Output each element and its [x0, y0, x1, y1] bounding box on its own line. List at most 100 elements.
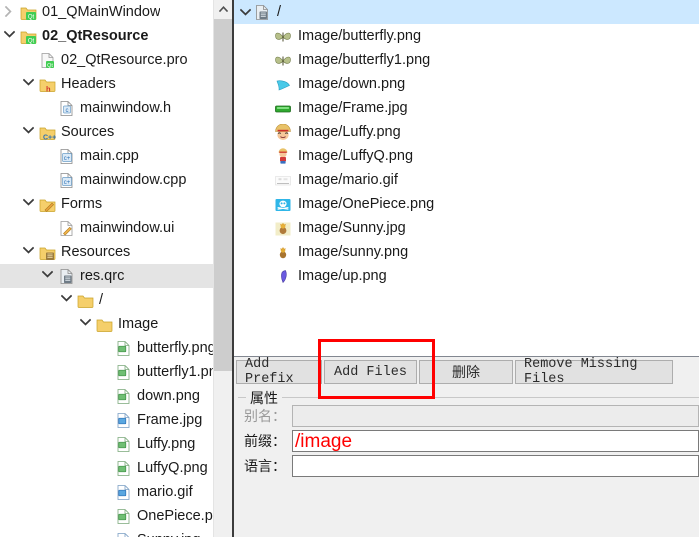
add-files-button[interactable]: Add Files: [324, 360, 417, 384]
tree-item-mainwindow-h[interactable]: c mainwindow.h: [0, 96, 213, 120]
qrc-file-row[interactable]: Image/butterfly1.png: [234, 48, 699, 72]
chevron-down-icon[interactable]: [4, 30, 17, 43]
prefix-row: 前缀： /image: [238, 429, 699, 453]
tree-item-mario-gif[interactable]: mario.gif: [0, 480, 213, 504]
qrc-file-row[interactable]: Image/OnePiece.png: [234, 192, 699, 216]
tree-item-down-png[interactable]: down.png: [0, 384, 213, 408]
chevron-down-icon[interactable]: [80, 318, 93, 331]
sunny-jpg-icon: [275, 222, 291, 235]
chevron-down-icon[interactable]: [42, 270, 55, 283]
twist-spacer: [99, 366, 112, 379]
qrc-file-row[interactable]: Image/Sunny.jpg: [234, 216, 699, 240]
mario-icon: [274, 172, 292, 189]
delete-button[interactable]: 删除: [419, 360, 513, 384]
luffyq-icon: [278, 147, 288, 164]
green-frame-icon: [275, 105, 291, 112]
tree-item-headers[interactable]: h Headers: [0, 72, 213, 96]
tree-item-frame-jpg[interactable]: Frame.jpg: [0, 408, 213, 432]
qrc-file-row[interactable]: Image/sunny.png: [234, 240, 699, 264]
chevron-down-icon: [23, 126, 34, 134]
tree-item-luffy-png[interactable]: Luffy.png: [0, 432, 213, 456]
butterfly-icon: [274, 28, 292, 45]
qrc-file-label: Image/up.png: [298, 268, 387, 284]
qrc-file-row[interactable]: Image/butterfly.png: [234, 24, 699, 48]
tree-item-01-qmainwindow[interactable]: Qt 01_QMainWindow: [0, 0, 213, 24]
tree-item-label: down.png: [137, 388, 200, 404]
folder-icon: [77, 292, 94, 309]
butterfly-icon: [274, 52, 292, 69]
ui-file-icon: [58, 220, 75, 237]
folder-h-icon: h: [39, 76, 56, 93]
qrc-file-row[interactable]: Image/down.png: [234, 72, 699, 96]
project-tree-scrollbar[interactable]: [213, 0, 232, 537]
chevron-down-icon: [23, 198, 34, 206]
qrc-root-label: /: [277, 4, 282, 20]
svg-text:c: c: [66, 107, 69, 113]
qrc-file-icon: [58, 268, 75, 285]
qrc-file-list[interactable]: / Image/butterfly.png Image/butterfly1.png…: [234, 0, 699, 357]
cpp-file-icon: c+: [60, 172, 73, 188]
qrc-file-row[interactable]: Image/mario.gif: [234, 168, 699, 192]
properties-legend: 属性: [246, 388, 282, 408]
qrc-file-label: Image/butterfly.png: [298, 28, 422, 44]
prefix-input[interactable]: /image: [292, 430, 699, 452]
image-green-icon: [115, 460, 132, 477]
scroll-up-button[interactable]: [214, 0, 232, 18]
chevron-down-icon: [80, 318, 91, 326]
tree-item-luffyq-png[interactable]: LuffyQ.png: [0, 456, 213, 480]
chevron-down-icon[interactable]: [23, 126, 36, 139]
svg-text:h: h: [46, 84, 51, 93]
luffy-icon: [274, 123, 292, 141]
tree-item-sunny-jpg[interactable]: Sunny.jpg: [0, 528, 213, 537]
twist-spacer: [99, 342, 112, 355]
image-green-icon: [117, 436, 130, 452]
image-green-icon: [117, 364, 130, 380]
qrc-file-label: Image/mario.gif: [298, 172, 398, 188]
tree-item-label: butterfly1.png: [137, 364, 213, 380]
tree-item-res-qrc[interactable]: res.qrc: [0, 264, 213, 288]
tree-item-main-cpp[interactable]: c+ main.cpp: [0, 144, 213, 168]
scroll-thumb[interactable]: [214, 19, 232, 371]
tree-item-butterfly-png[interactable]: butterfly.png: [0, 336, 213, 360]
add-prefix-button[interactable]: Add Prefix: [236, 357, 322, 387]
qrc-file-row[interactable]: Image/up.png: [234, 264, 699, 288]
qrc-button-row: Add Prefix Add Files 删除 Remove Missing File…: [234, 357, 699, 387]
chevron-down-icon[interactable]: [238, 8, 253, 16]
tree-item-sources[interactable]: C++ Sources: [0, 120, 213, 144]
chevron-down-icon: [4, 30, 15, 38]
qrc-root-row[interactable]: /: [234, 0, 699, 24]
qrc-file-row[interactable]: Image/Luffy.png: [234, 120, 699, 144]
tree-item-mainwindow-ui[interactable]: mainwindow.ui: [0, 216, 213, 240]
chevron-down-icon[interactable]: [23, 78, 36, 91]
tree-item-label: mainwindow.cpp: [80, 172, 187, 188]
tree-item-02-qtresource[interactable]: Qt 02_QtResource: [0, 24, 213, 48]
language-input[interactable]: [292, 455, 699, 477]
project-explorer-tree[interactable]: Qt 01_QMainWindow Qt 02_QtResource Qt 02_QtRe…: [0, 0, 213, 537]
qrc-file-row[interactable]: Image/Frame.jpg: [234, 96, 699, 120]
tree-item-image[interactable]: Image: [0, 312, 213, 336]
image-green-icon: [117, 508, 130, 524]
remove-missing-files-button[interactable]: Remove Missing Files: [515, 357, 673, 387]
tree-item-mainwindow-cpp[interactable]: c+ mainwindow.cpp: [0, 168, 213, 192]
image-blue-icon: [115, 412, 132, 429]
chevron-down-icon[interactable]: [23, 246, 36, 259]
svg-text:Qt: Qt: [28, 14, 35, 20]
pro-file-icon: Qt: [39, 52, 56, 69]
chevron-down-icon[interactable]: [61, 294, 74, 307]
chevron-down-icon[interactable]: [23, 198, 36, 211]
tree-item-forms[interactable]: Forms: [0, 192, 213, 216]
tree-item-butterfly1-png[interactable]: butterfly1.png: [0, 360, 213, 384]
qt-project-icon: Qt: [20, 4, 37, 21]
svg-text:c+: c+: [64, 156, 71, 162]
qrc-file-row[interactable]: Image/LuffyQ.png: [234, 144, 699, 168]
onepiece-skull-icon: [275, 198, 291, 211]
tree-item-[interactable]: /: [0, 288, 213, 312]
alias-label: 别名：: [244, 408, 286, 424]
tree-item-resources[interactable]: Resources: [0, 240, 213, 264]
tree-item-onepiece-png[interactable]: OnePiece.png: [0, 504, 213, 528]
tree-item-label: Sunny.jpg: [137, 532, 200, 537]
tree-item-02-qtresource-pro[interactable]: Qt 02_QtResource.pro: [0, 48, 213, 72]
twist-spacer: [99, 486, 112, 499]
svg-text:Qt: Qt: [47, 62, 53, 68]
chevron-right-icon[interactable]: [4, 5, 17, 19]
